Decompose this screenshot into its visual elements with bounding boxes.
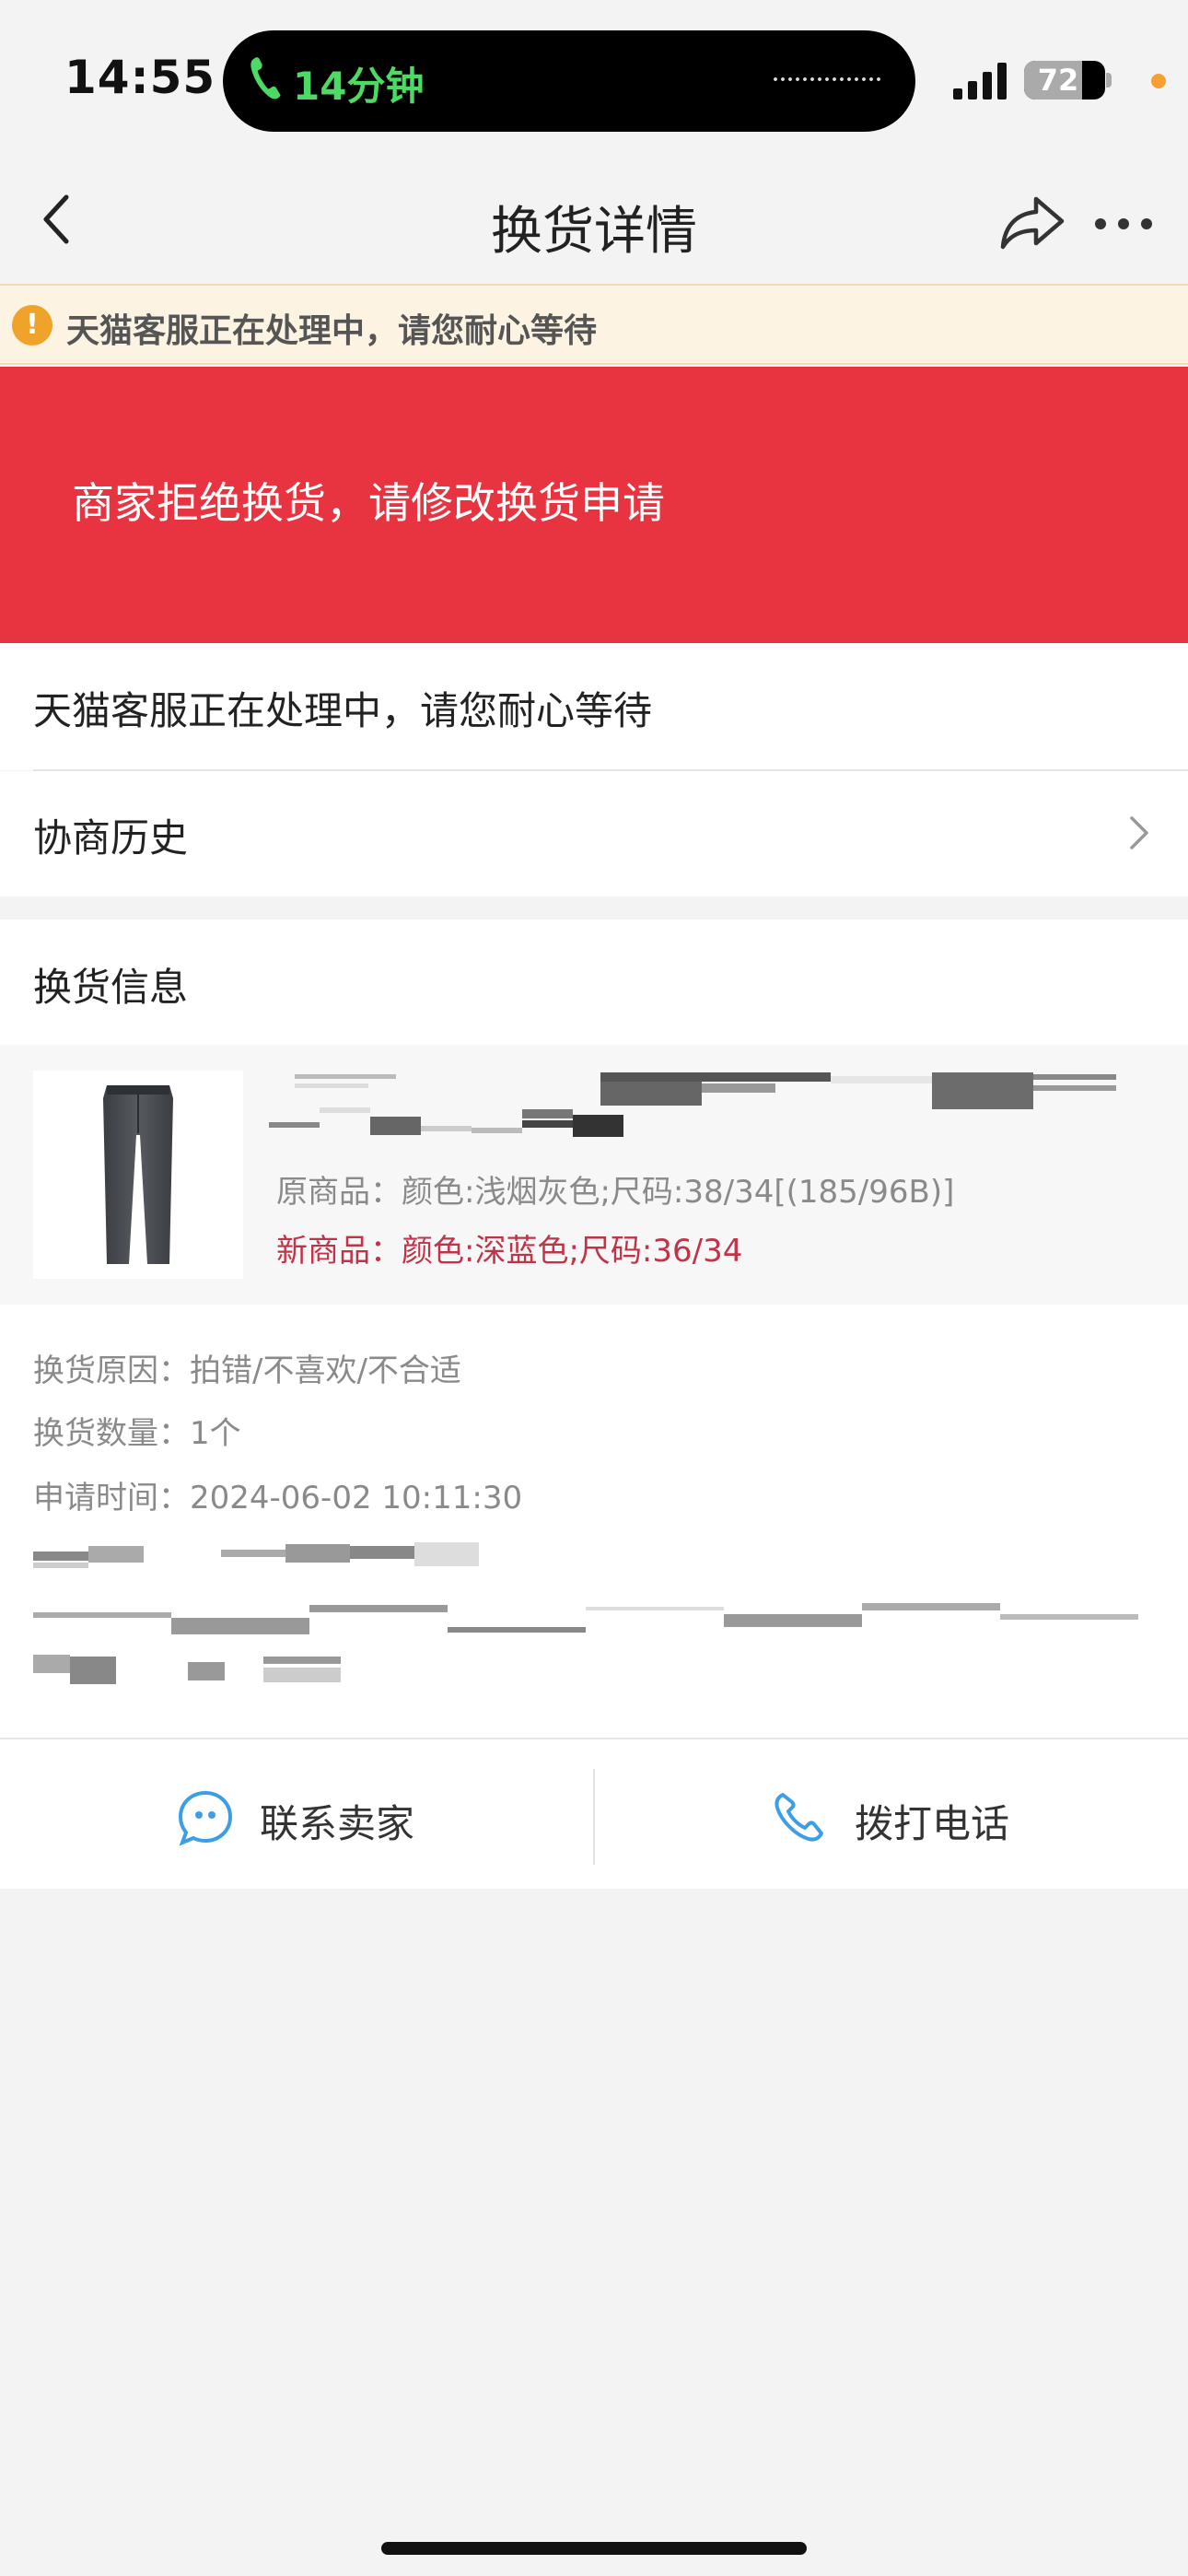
call-duration: 14分钟 (293, 64, 425, 109)
home-indicator[interactable] (381, 2542, 807, 2555)
status-banner-text: 商家拒绝换货，请修改换货申请 (72, 478, 665, 528)
apply-time: 申请时间：2024-06-02 10:11:30 (33, 1480, 523, 1516)
exclamation-circle-icon: ! (12, 305, 52, 345)
cellular-signal-icon (953, 63, 1007, 100)
product-title-redacted (269, 1072, 1116, 1137)
negotiation-history-label: 协商历史 (33, 815, 189, 861)
battery-cap (1106, 73, 1112, 88)
product-thumbnail[interactable] (33, 1071, 243, 1279)
chevron-left-icon[interactable] (39, 192, 76, 247)
phone-call-icon (250, 57, 281, 100)
exchange-info-title: 换货信息 (33, 965, 189, 1010)
contact-seller-label: 联系卖家 (260, 1801, 415, 1846)
battery-level: 72 (1037, 63, 1079, 98)
privacy-indicator-dot (1151, 74, 1166, 88)
processing-status-text: 天猫客服正在处理中，请您耐心等待 (33, 688, 653, 733)
exchange-quantity: 换货数量：1个 (33, 1415, 241, 1452)
divider (593, 1769, 595, 1865)
chevron-right-icon (1130, 816, 1148, 849)
more-dots-icon[interactable] (1094, 217, 1153, 230)
exchange-reason: 换货原因：拍错/不喜欢/不合适 (33, 1352, 461, 1389)
chat-bubble-icon (178, 1790, 233, 1846)
jeans-image (103, 1085, 173, 1264)
original-item-spec: 原商品：颜色:浅烟灰色;尺码:38/34[(185/96B)] (276, 1174, 955, 1211)
status-time: 14:55 (64, 51, 216, 104)
phone-icon (775, 1793, 823, 1842)
call-phone-label: 拨打电话 (855, 1801, 1010, 1846)
audio-waveform-icon (772, 77, 882, 81)
share-arrow-icon[interactable] (999, 193, 1066, 251)
new-item-spec: 新商品：颜色:深蓝色;尺码:36/34 (276, 1233, 743, 1270)
redacted-details (33, 1542, 1138, 1684)
notice-text: 天猫客服正在处理中，请您耐心等待 (66, 312, 598, 350)
